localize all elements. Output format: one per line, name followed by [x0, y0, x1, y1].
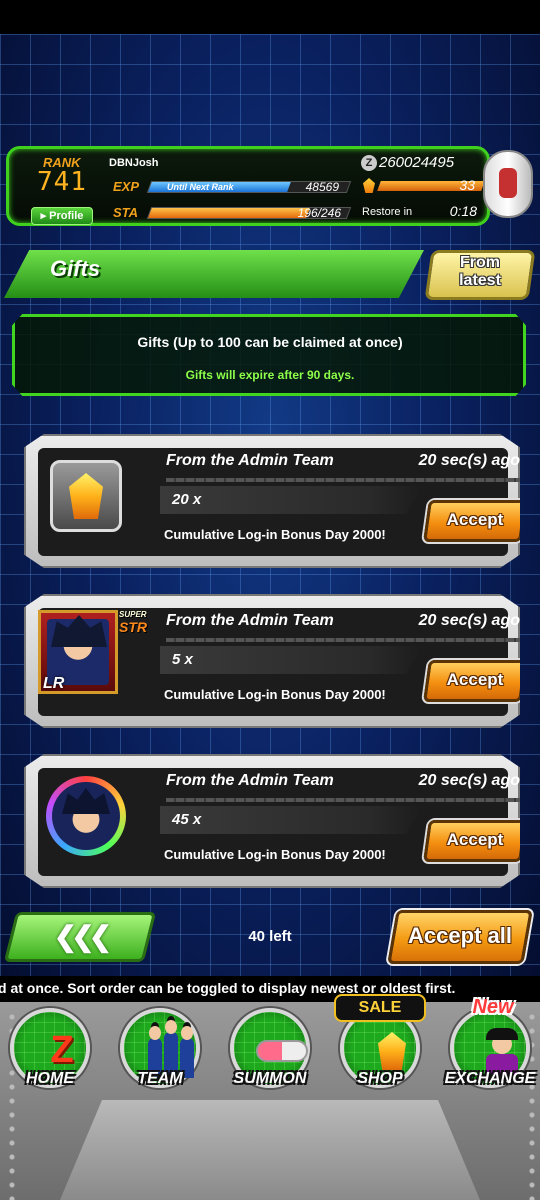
gift-icon-box	[46, 456, 126, 536]
nav-summon[interactable]: SUMMON	[222, 1008, 318, 1098]
gift-item: From the Admin Team 20 sec(s) ago 20 x C…	[24, 434, 520, 568]
gift-sender: From the Admin Team	[166, 772, 334, 789]
gift-time: 20 sec(s) ago	[418, 452, 520, 469]
dragon-stone-icon	[378, 1032, 406, 1070]
gift-quantity-box	[160, 646, 422, 674]
gift-item: From the Admin Team 20 sec(s) ago 45 x C…	[24, 754, 520, 888]
gift-divider	[166, 638, 520, 642]
accept-button-label: Accept	[446, 830, 504, 849]
until-next-rank-label: Until Next Rank	[167, 182, 234, 192]
restore-label: Restore in	[362, 206, 413, 218]
gift-item: LR SUPER STR From the Admin Team 20 sec(s…	[24, 594, 520, 728]
accept-button-label: Accept	[446, 510, 504, 529]
profile-button[interactable]: ▸ Profile	[31, 207, 93, 225]
info-subtitle: Gifts will expire after 90 days.	[185, 368, 355, 382]
sort-toggle-label: From latest	[459, 254, 501, 289]
nav-home[interactable]: Z HOME	[2, 1008, 98, 1098]
player-panel: RANK 741 ▸ Profile DBNJosh EXP Until Nex…	[6, 146, 490, 226]
page-title: Gifts	[50, 256, 101, 281]
dragon-stone-frame	[50, 460, 122, 532]
info-panel	[12, 314, 526, 396]
restore-time: 0:18	[449, 203, 477, 219]
sta-label: STA	[113, 205, 139, 220]
rank-value: 741	[37, 167, 87, 197]
exp-label: EXP	[113, 179, 140, 194]
card-type: STR	[119, 619, 147, 635]
gifts-remaining: 40 left	[248, 928, 292, 945]
support-medal-icon	[46, 776, 126, 856]
zeni-icon: Z	[361, 155, 377, 171]
nav-shop-label: SHOP	[357, 1070, 403, 1087]
nav-exchange-label: EXCHANGE	[444, 1070, 536, 1087]
card-type-badge: SUPER STR	[119, 609, 147, 635]
card-rarity: LR	[43, 675, 65, 692]
sale-badge: SALE	[334, 994, 426, 1022]
player-name: DBNJosh	[109, 157, 159, 169]
nav-exchange[interactable]: EXCHANGE	[442, 1008, 538, 1098]
nav-home-label: HOME	[26, 1070, 74, 1087]
gift-sender: From the Admin Team	[166, 612, 334, 629]
gift-icon-box	[46, 776, 126, 856]
accept-button-label: Accept	[446, 670, 504, 689]
capsule-icon	[256, 1040, 308, 1062]
capsule-menu-icon[interactable]	[483, 150, 533, 218]
status-bar	[0, 0, 540, 34]
character-card-icon: LR SUPER STR	[38, 610, 147, 694]
exchange-character-icon	[482, 1028, 522, 1074]
gift-divider	[166, 478, 520, 482]
gift-description: Cumulative Log-in Bonus Day 2000!	[164, 687, 386, 702]
accept-all-label: Accept all	[408, 923, 512, 948]
gift-quantity: 5 x	[172, 651, 193, 668]
medal-portrait	[52, 782, 120, 850]
new-badge: New	[472, 996, 514, 1018]
gift-icon-box: LR SUPER STR	[38, 610, 147, 694]
nav-team[interactable]: TEAM	[112, 1008, 208, 1098]
gift-time: 20 sec(s) ago	[418, 772, 520, 789]
info-title: Gifts (Up to 100 can be claimed at once)	[137, 334, 403, 350]
z-logo-icon: Z	[50, 1029, 74, 1071]
gift-description: Cumulative Log-in Bonus Day 2000!	[164, 847, 386, 862]
gift-time: 20 sec(s) ago	[418, 612, 520, 629]
info-ticker: d at once. Sort order can be toggled to …	[0, 976, 540, 1002]
gift-sender: From the Admin Team	[166, 452, 334, 469]
back-arrows-icon: ❮❮❮	[53, 921, 112, 952]
nav-summon-label: SUMMON	[233, 1070, 307, 1087]
exp-value: 48569	[305, 180, 339, 194]
profile-label: Profile	[49, 210, 84, 222]
dragon-stone-icon	[69, 473, 103, 519]
gift-divider	[166, 798, 520, 802]
nav-team-label: TEAM	[137, 1070, 183, 1087]
medal-hair	[62, 788, 110, 814]
dragon-stone-value: 33	[459, 177, 475, 193]
zeni-value: 260024495	[379, 154, 455, 171]
nav-plate	[60, 1100, 480, 1200]
gift-quantity: 20 x	[172, 491, 202, 508]
gift-description: Cumulative Log-in Bonus Day 2000!	[164, 527, 386, 542]
stamina-value: 196/246	[297, 206, 341, 220]
dragon-stone-icon	[363, 178, 375, 193]
gift-quantity: 45 x	[172, 811, 202, 828]
